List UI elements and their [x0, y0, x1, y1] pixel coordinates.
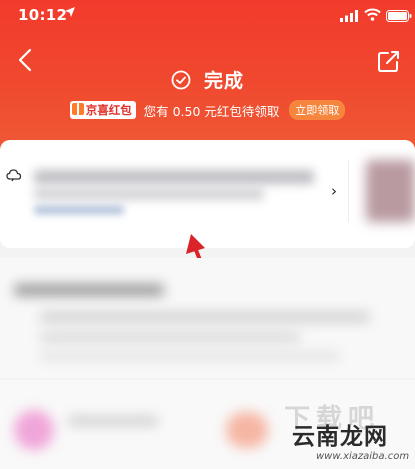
blurred-row-3	[40, 352, 340, 360]
page-title: 完成	[204, 70, 245, 92]
blurred-product-subtitle	[34, 188, 264, 200]
check-circle-icon	[171, 70, 191, 89]
red-packet-promo: 京喜红包 您有 0.50 元红包待领取 立即领取	[0, 100, 415, 120]
blurred-orange-thumb	[226, 412, 268, 448]
product-thumbnail[interactable]	[366, 160, 415, 222]
blurred-text-left	[68, 416, 158, 426]
signal-icon	[340, 10, 358, 22]
status-time: 10:12	[18, 6, 68, 24]
chevron-right-icon[interactable]: ›	[331, 182, 337, 200]
blurred-heading	[14, 284, 164, 296]
blurred-row-1	[40, 312, 370, 322]
blurred-section-3	[0, 380, 415, 469]
claim-button[interactable]: 立即领取	[289, 100, 346, 120]
cloud-icon	[6, 169, 22, 182]
promo-badge-label: 京喜红包	[85, 103, 132, 117]
status-bar: 10:12	[0, 0, 415, 34]
blurred-product-title	[34, 170, 314, 184]
gift-icon	[71, 103, 84, 115]
blurred-section-2	[0, 258, 415, 378]
title-row: 完成	[0, 66, 415, 93]
promo-badge: 京喜红包	[69, 101, 136, 119]
promo-text: 您有 0.50 元红包待领取	[143, 103, 280, 119]
header: 10:12 完成 京喜红包 您有 0.50 元红包待领取 立即领取	[0, 0, 415, 152]
blurred-pink-thumb	[14, 410, 54, 450]
blurred-row-2	[40, 332, 300, 342]
blurred-link-text	[34, 206, 124, 214]
battery-icon	[386, 10, 412, 22]
card-divider	[348, 160, 349, 222]
wifi-icon	[364, 8, 381, 21]
location-arrow-icon	[65, 7, 75, 17]
